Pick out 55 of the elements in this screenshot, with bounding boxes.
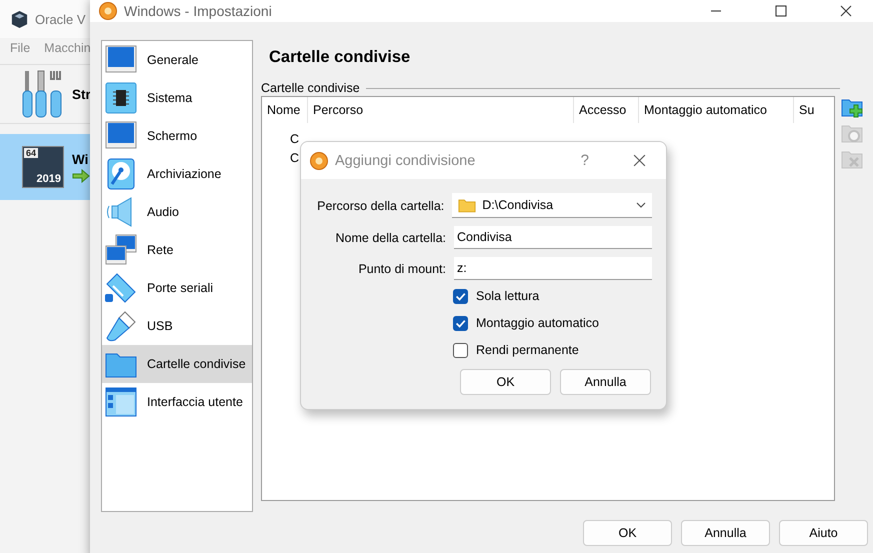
section-item[interactable]: Audio (102, 193, 252, 231)
checkbox[interactable] (453, 288, 468, 304)
arch-badge: 64 (24, 148, 38, 158)
os-year: 2019 (36, 173, 61, 185)
dialog-button[interactable]: Aiuto (779, 520, 868, 546)
maximize-icon[interactable] (775, 5, 787, 17)
close-icon[interactable] (633, 154, 646, 167)
section-item[interactable]: USB (102, 307, 252, 345)
serial-connector-icon (105, 272, 137, 304)
section-item[interactable]: Cartelle condivise (102, 345, 252, 383)
column-header[interactable]: Percorso (308, 97, 574, 123)
network-icon (105, 234, 137, 266)
field-label: Percorso della cartella: (316, 198, 444, 212)
input-field[interactable]: z: (454, 257, 652, 280)
section-item[interactable]: Sistema (102, 79, 252, 117)
dialog-button[interactable]: OK (460, 369, 551, 395)
checkbox[interactable] (453, 342, 468, 358)
section-item[interactable]: Rete (102, 231, 252, 269)
column-header[interactable]: Nome (262, 97, 308, 123)
checkbox-label: Sola lettura (476, 289, 540, 303)
section-item[interactable]: Archiviazione (102, 155, 252, 193)
window-title: Windows - Impostazioni (124, 3, 272, 19)
input-field[interactable]: Condivisa (454, 226, 652, 249)
section-item[interactable]: Generale (102, 41, 252, 79)
tools-label: Str (72, 86, 91, 102)
tools-icon (22, 69, 62, 119)
window-title: Oracle V (35, 12, 86, 26)
folder-path-combo[interactable]: D:\Condivisa (452, 193, 652, 218)
checkbox[interactable] (453, 316, 468, 330)
dialog-button[interactable]: OK (583, 520, 672, 546)
section-item[interactable]: Interfaccia utente (102, 383, 252, 421)
dialog-button[interactable]: Annulla (560, 369, 651, 395)
group-label: Cartelle condivise (261, 81, 360, 95)
dialog-title: Aggiungi condivisione (335, 152, 476, 168)
section-item[interactable]: Porte seriali (102, 269, 252, 307)
usb-plug-icon (105, 310, 137, 342)
chip-icon (105, 82, 137, 114)
checkbox-label: Montaggio automatico (476, 316, 599, 330)
cube-icon (10, 10, 29, 28)
vm-name: Wi (72, 152, 90, 166)
column-header[interactable]: Accesso (574, 97, 639, 123)
close-icon[interactable] (840, 5, 852, 17)
folder-icon (458, 198, 476, 212)
chevron-down-icon (636, 202, 646, 208)
section-item[interactable]: Schermo (102, 117, 252, 155)
checkbox-label: Rendi permanente (476, 343, 579, 357)
column-header[interactable]: Montaggio automatico (639, 97, 794, 123)
field-label: Punto di mount: (357, 262, 446, 276)
page-heading: Cartelle condivise (268, 47, 412, 68)
dialog-button[interactable]: Annulla (681, 520, 770, 546)
help-button[interactable]: ? (580, 152, 589, 169)
column-header[interactable]: Su (794, 97, 834, 123)
field-label: Nome della cartella: (334, 230, 446, 244)
window-layout-icon (105, 386, 137, 418)
arrow-icon (72, 168, 90, 182)
